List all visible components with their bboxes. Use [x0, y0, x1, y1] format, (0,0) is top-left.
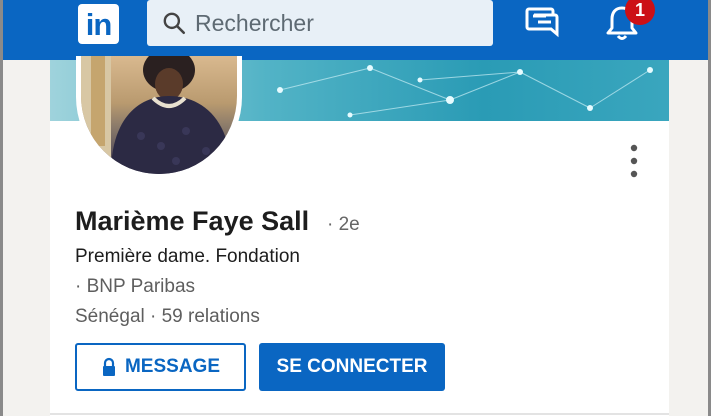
profile-name: Marième Faye Sall [75, 206, 310, 236]
lock-icon [102, 357, 115, 376]
search-icon [163, 12, 186, 35]
connection-degree: · 2e [327, 214, 360, 235]
messaging-icon[interactable] [524, 4, 562, 44]
connect-button[interactable]: SE CONNECTER [259, 343, 445, 391]
section-divider [50, 413, 669, 415]
connect-button-label: SE CONNECTER [276, 356, 428, 377]
profile-photo [81, 56, 237, 174]
profile-avatar[interactable] [76, 56, 242, 180]
message-button-label: MESSAGE [124, 356, 221, 377]
page-background-left [3, 60, 50, 416]
profile-headline: Première dame. Fondation [75, 246, 300, 267]
profile-location: Sénégal · 59 relations [75, 306, 260, 327]
linkedin-logo[interactable]: in [78, 4, 119, 44]
more-options-icon[interactable] [624, 144, 644, 180]
search-bar[interactable]: Rechercher [147, 0, 493, 46]
search-placeholder: Rechercher [195, 9, 314, 36]
profile-company: · BNP Paribas [75, 276, 196, 297]
page-background-right [669, 60, 708, 416]
profile-card: Marième Faye Sall · 2e Première dame. Fo… [50, 56, 669, 416]
message-button[interactable]: MESSAGE [75, 343, 246, 391]
